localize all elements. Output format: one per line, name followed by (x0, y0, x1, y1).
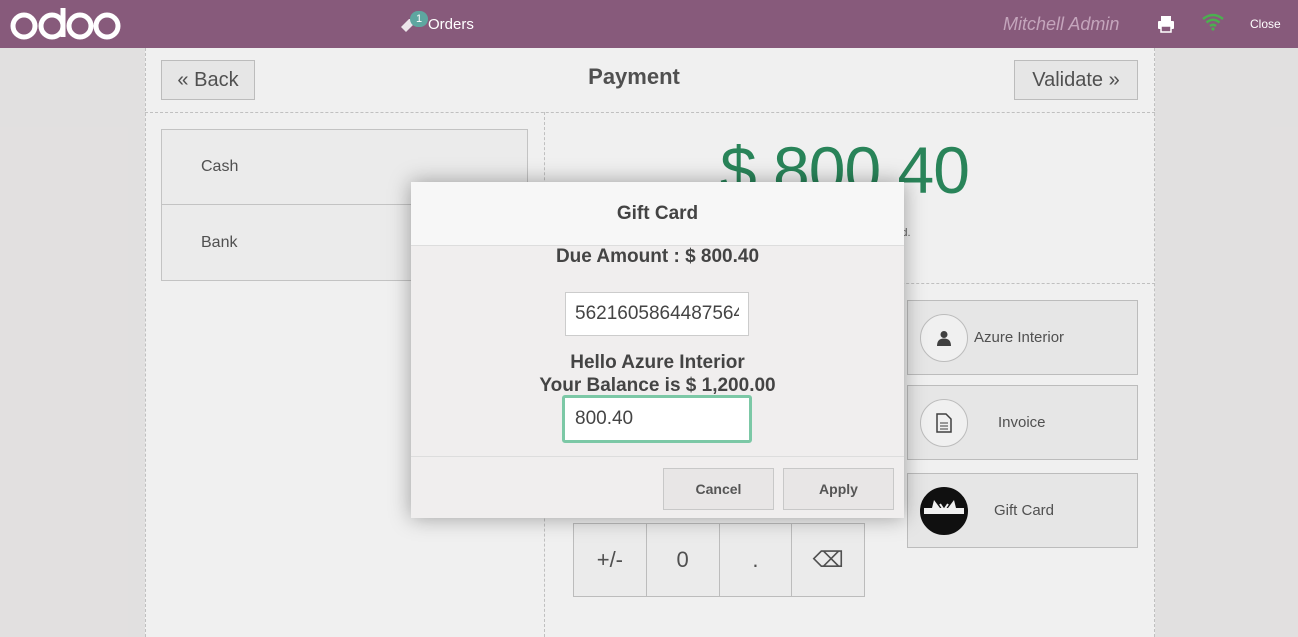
gift-card-dialog: Gift Card Due Amount : $ 800.40 Hello Az… (411, 182, 904, 518)
gift-card-code-input[interactable] (565, 292, 749, 336)
dialog-footer: Cancel Apply (411, 456, 904, 518)
due-amount-text: Due Amount : $ 800.40 (555, 246, 760, 267)
amount-input[interactable] (562, 395, 752, 443)
greeting-text: Hello Azure Interior (570, 352, 745, 373)
orders-label: Orders (428, 15, 474, 33)
apply-button[interactable]: Apply (783, 468, 894, 510)
orders-button[interactable]: 1 Orders (398, 10, 474, 38)
wifi-icon (1202, 13, 1224, 31)
ticket-icon: 1 (398, 11, 428, 35)
balance-info: Hello Azure Interior Your Balance is $ 1… (411, 351, 904, 397)
user-name: Mitchell Admin (1003, 14, 1120, 34)
odoo-logo (10, 8, 121, 40)
close-button[interactable]: Close (1250, 17, 1281, 31)
dialog-title: Gift Card (411, 182, 904, 246)
printer-icon[interactable] (1156, 14, 1176, 34)
balance-text: Your Balance is $ 1,200.00 (539, 375, 776, 396)
cancel-button[interactable]: Cancel (663, 468, 774, 510)
orders-count-badge: 1 (410, 11, 428, 27)
top-bar: 1 Orders Mitchell Admin Close (0, 0, 1298, 48)
